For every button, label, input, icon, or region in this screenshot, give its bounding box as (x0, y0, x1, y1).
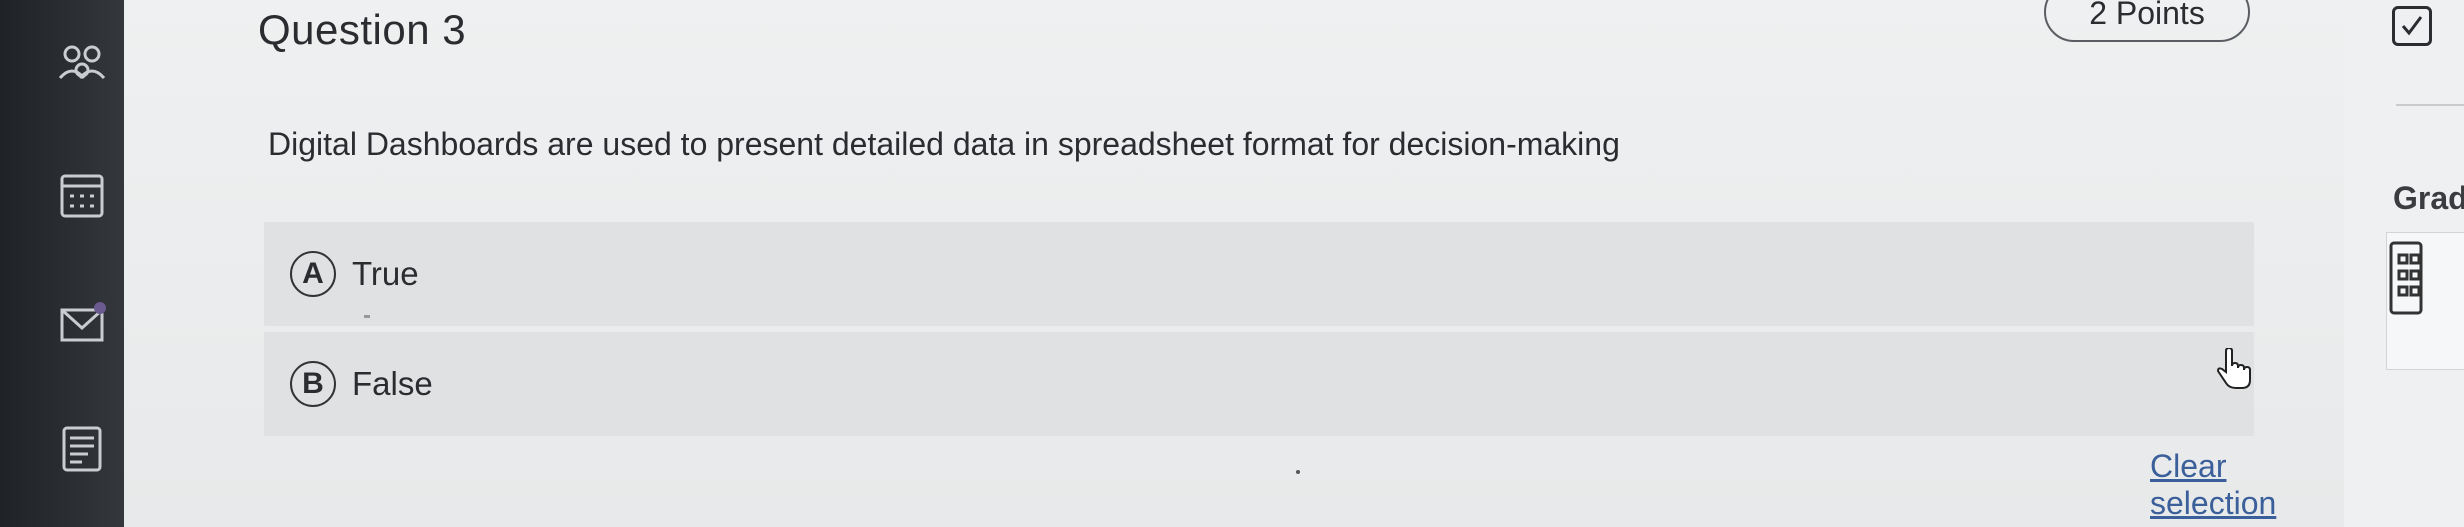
grade-label: Grad (2393, 180, 2464, 216)
right-panel: Grad (2344, 0, 2464, 527)
option-b[interactable]: B False (264, 332, 2254, 436)
small-mark (364, 315, 370, 318)
grade-panel[interactable] (2386, 232, 2464, 370)
left-nav-rail (0, 0, 124, 527)
question-pane: Question 3 2 Points Digital Dashboards a… (124, 0, 2344, 527)
option-a[interactable]: A True (264, 222, 2254, 326)
people-icon[interactable] (52, 38, 112, 98)
points-badge: 2 Points (2044, 0, 2250, 42)
option-letter-b: B (290, 361, 336, 407)
question-text: Digital Dashboards are used to present d… (268, 126, 1620, 162)
small-dot (1296, 470, 1300, 474)
clear-selection-link[interactable]: Clear selection (2150, 448, 2344, 522)
mail-icon[interactable] (52, 296, 112, 356)
notes-icon[interactable] (52, 418, 112, 478)
checkbox-icon[interactable] (2392, 6, 2432, 46)
option-label-b: False (352, 365, 433, 402)
question-title: Question 3 (258, 6, 467, 53)
option-letter-a: A (290, 251, 336, 297)
hand-cursor-icon (2216, 348, 2251, 389)
calculator-icon (2389, 241, 2423, 315)
option-label-a: True (352, 255, 419, 292)
right-divider (2396, 104, 2464, 106)
calendar-icon[interactable] (52, 166, 112, 226)
